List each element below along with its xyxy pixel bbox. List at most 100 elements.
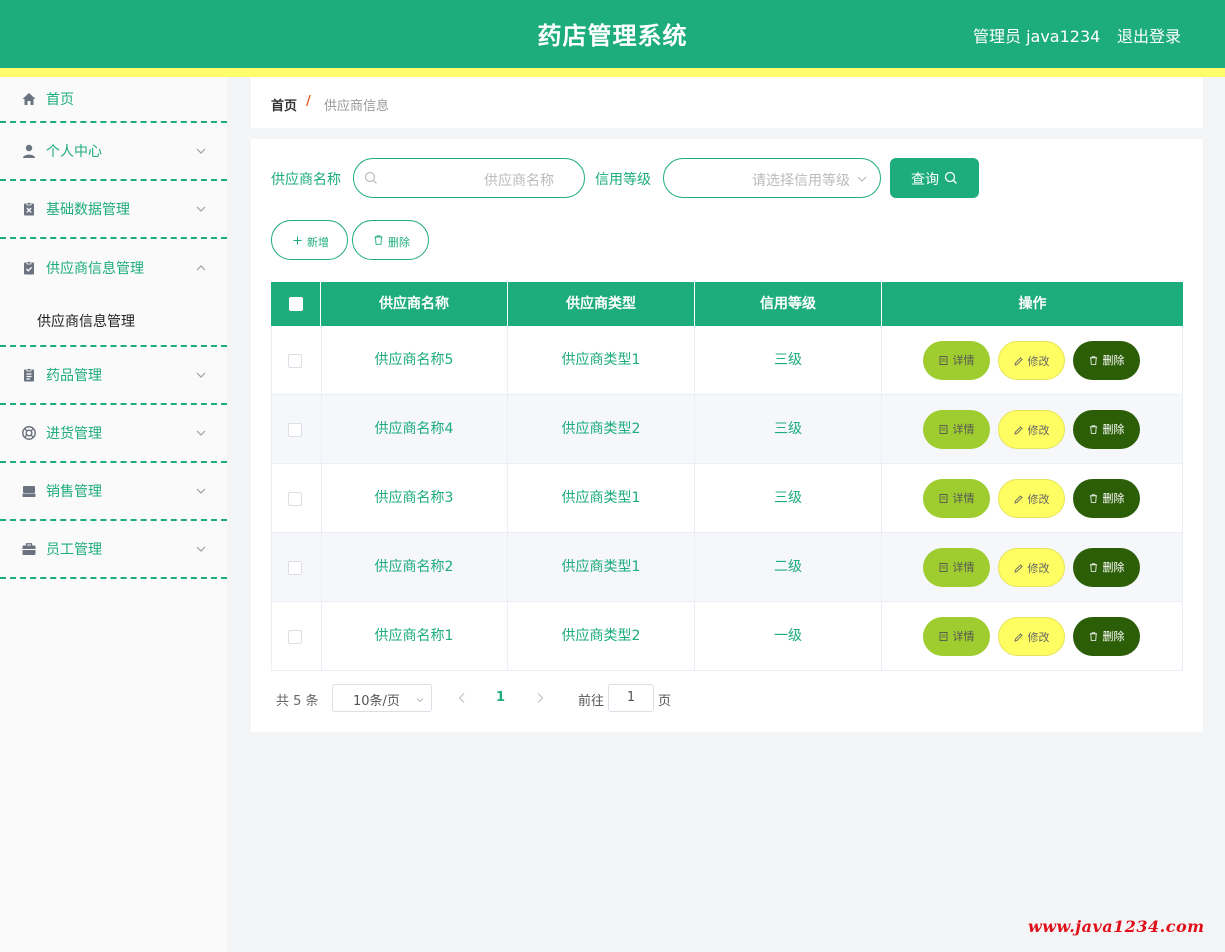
supplier-name-input[interactable]: 供应商名称 bbox=[353, 158, 585, 198]
sidebar-item-label: 基础数据管理 bbox=[46, 202, 130, 218]
add-button[interactable]: 新增 bbox=[271, 220, 348, 260]
edit-button[interactable]: 修改 bbox=[998, 548, 1065, 587]
row-checkbox[interactable] bbox=[288, 423, 302, 437]
logout-link[interactable]: 退出登录 bbox=[1117, 23, 1181, 47]
detail-button[interactable]: 详情 bbox=[923, 341, 990, 380]
detail-button-label: 详情 bbox=[952, 354, 975, 367]
prev-page-icon[interactable] bbox=[457, 692, 467, 704]
supplier-type-cell: 供应商类型1 bbox=[508, 533, 695, 601]
row-checkbox[interactable] bbox=[288, 630, 302, 644]
sidebar-item-label: 进货管理 bbox=[46, 426, 102, 442]
supplier-name-cell: 供应商名称4 bbox=[321, 395, 508, 463]
edit-button-label: 修改 bbox=[1027, 355, 1050, 368]
trash-icon bbox=[374, 235, 383, 245]
detail-button[interactable]: 详情 bbox=[923, 617, 990, 656]
detail-button-label: 详情 bbox=[952, 630, 975, 643]
chevron-down-icon bbox=[196, 372, 206, 378]
edit-button[interactable]: 修改 bbox=[998, 617, 1065, 656]
add-button-label: 新增 bbox=[307, 236, 329, 249]
briefcase-icon bbox=[22, 543, 36, 555]
sidebar-item-label: 销售管理 bbox=[46, 484, 102, 500]
search-icon bbox=[944, 171, 957, 184]
actions-cell: 详情 修改 删除 bbox=[882, 533, 1182, 601]
submenu-item-supplier-info[interactable]: 供应商信息管理 bbox=[0, 297, 227, 347]
supplier-type-cell: 供应商类型1 bbox=[508, 464, 695, 532]
supplier-type-cell: 供应商类型2 bbox=[508, 602, 695, 670]
breadcrumb-separator: / bbox=[306, 94, 311, 109]
detail-button[interactable]: 详情 bbox=[923, 410, 990, 449]
supplier-type-cell: 供应商类型1 bbox=[508, 326, 695, 394]
document-icon bbox=[939, 632, 947, 641]
sidebar-item-profile[interactable]: 个人中心 bbox=[0, 123, 227, 181]
trash-icon bbox=[1089, 563, 1097, 572]
edit-button[interactable]: 修改 bbox=[998, 410, 1065, 449]
detail-button-label: 详情 bbox=[952, 492, 975, 505]
supplier-type-cell: 供应商类型2 bbox=[508, 395, 695, 463]
sidebar-item-basic-data[interactable]: 基础数据管理 bbox=[0, 181, 227, 239]
batch-delete-button[interactable]: 删除 bbox=[352, 220, 429, 260]
sidebar-item-staff[interactable]: 员工管理 bbox=[0, 521, 227, 579]
table-header: 供应商名称 供应商类型 信用等级 操作 bbox=[271, 282, 1183, 326]
edit-button[interactable]: 修改 bbox=[998, 341, 1065, 380]
delete-button[interactable]: 删除 bbox=[1073, 479, 1140, 518]
chevron-down-icon bbox=[857, 176, 867, 182]
row-checkbox[interactable] bbox=[288, 492, 302, 506]
pencil-icon bbox=[1013, 495, 1023, 504]
row-checkbox[interactable] bbox=[288, 561, 302, 575]
delete-button[interactable]: 删除 bbox=[1073, 548, 1140, 587]
detail-button[interactable]: 详情 bbox=[923, 548, 990, 587]
select-all-checkbox[interactable] bbox=[289, 297, 303, 311]
trash-icon bbox=[1089, 356, 1097, 365]
breadcrumb: 首页 / 供应商信息 bbox=[251, 77, 1203, 128]
next-page-icon[interactable] bbox=[535, 692, 545, 704]
sidebar-item-supplier[interactable]: 供应商信息管理 bbox=[0, 239, 227, 297]
delete-button[interactable]: 删除 bbox=[1073, 410, 1140, 449]
sidebar-item-purchase[interactable]: 进货管理 bbox=[0, 405, 227, 463]
column-header-level: 信用等级 bbox=[695, 282, 882, 326]
delete-button-label: 删除 bbox=[1102, 492, 1125, 505]
supplier-table: 供应商名称 供应商类型 信用等级 操作 供应商名称5 供应商类型1 三级 详情 … bbox=[271, 282, 1183, 671]
sidebar-item-sales[interactable]: 销售管理 bbox=[0, 463, 227, 521]
checkbox-cell bbox=[272, 533, 322, 601]
chevron-down-icon bbox=[196, 206, 206, 212]
chevron-down-icon bbox=[196, 430, 206, 436]
batch-delete-button-label: 删除 bbox=[388, 236, 410, 249]
column-header-type: 供应商类型 bbox=[508, 282, 695, 326]
delete-button-label: 删除 bbox=[1102, 423, 1125, 436]
delete-button[interactable]: 删除 bbox=[1073, 617, 1140, 656]
supplier-name-placeholder: 供应商名称 bbox=[484, 173, 554, 189]
pagination: 共 5 条 10条/页 1 前往 1 页 bbox=[271, 684, 871, 714]
select-all-cell bbox=[271, 282, 321, 326]
breadcrumb-home[interactable]: 首页 bbox=[271, 95, 297, 114]
sidebar-item-label: 药品管理 bbox=[46, 368, 102, 384]
delete-button[interactable]: 删除 bbox=[1073, 341, 1140, 380]
checkbox-cell bbox=[272, 464, 322, 532]
sidebar-item-label: 个人中心 bbox=[46, 144, 102, 160]
actions-cell: 详情 修改 删除 bbox=[882, 464, 1182, 532]
page-number-current[interactable]: 1 bbox=[496, 690, 505, 705]
detail-button[interactable]: 详情 bbox=[923, 479, 990, 518]
trash-icon bbox=[1089, 494, 1097, 503]
submenu-item-label: 供应商信息管理 bbox=[37, 314, 135, 330]
pencil-icon bbox=[1013, 426, 1023, 435]
credit-level-cell: 二级 bbox=[695, 533, 882, 601]
chevron-up-icon bbox=[196, 265, 206, 271]
current-user: 管理员 java1234 bbox=[973, 27, 1101, 46]
goto-page-input[interactable]: 1 bbox=[608, 684, 654, 712]
edit-button-label: 修改 bbox=[1027, 562, 1050, 575]
page-size-select[interactable]: 10条/页 bbox=[332, 684, 432, 712]
sidebar-item-medicine[interactable]: 药品管理 bbox=[0, 347, 227, 405]
sidebar-item-home[interactable]: 首页 bbox=[0, 77, 227, 123]
header-accent-stripe bbox=[0, 68, 1225, 77]
row-checkbox[interactable] bbox=[288, 354, 302, 368]
credit-level-select[interactable]: 请选择信用等级 bbox=[663, 158, 881, 198]
edit-button[interactable]: 修改 bbox=[998, 479, 1065, 518]
table-row: 供应商名称1 供应商类型2 一级 详情 修改 删除 bbox=[271, 602, 1183, 671]
actions-cell: 详情 修改 删除 bbox=[882, 395, 1182, 463]
checkbox-cell bbox=[272, 602, 322, 670]
query-button[interactable]: 查询 bbox=[890, 158, 979, 198]
table-row: 供应商名称3 供应商类型1 三级 详情 修改 删除 bbox=[271, 464, 1183, 533]
search-icon bbox=[364, 171, 377, 184]
supplier-name-cell: 供应商名称5 bbox=[321, 326, 508, 394]
credit-level-cell: 三级 bbox=[695, 464, 882, 532]
